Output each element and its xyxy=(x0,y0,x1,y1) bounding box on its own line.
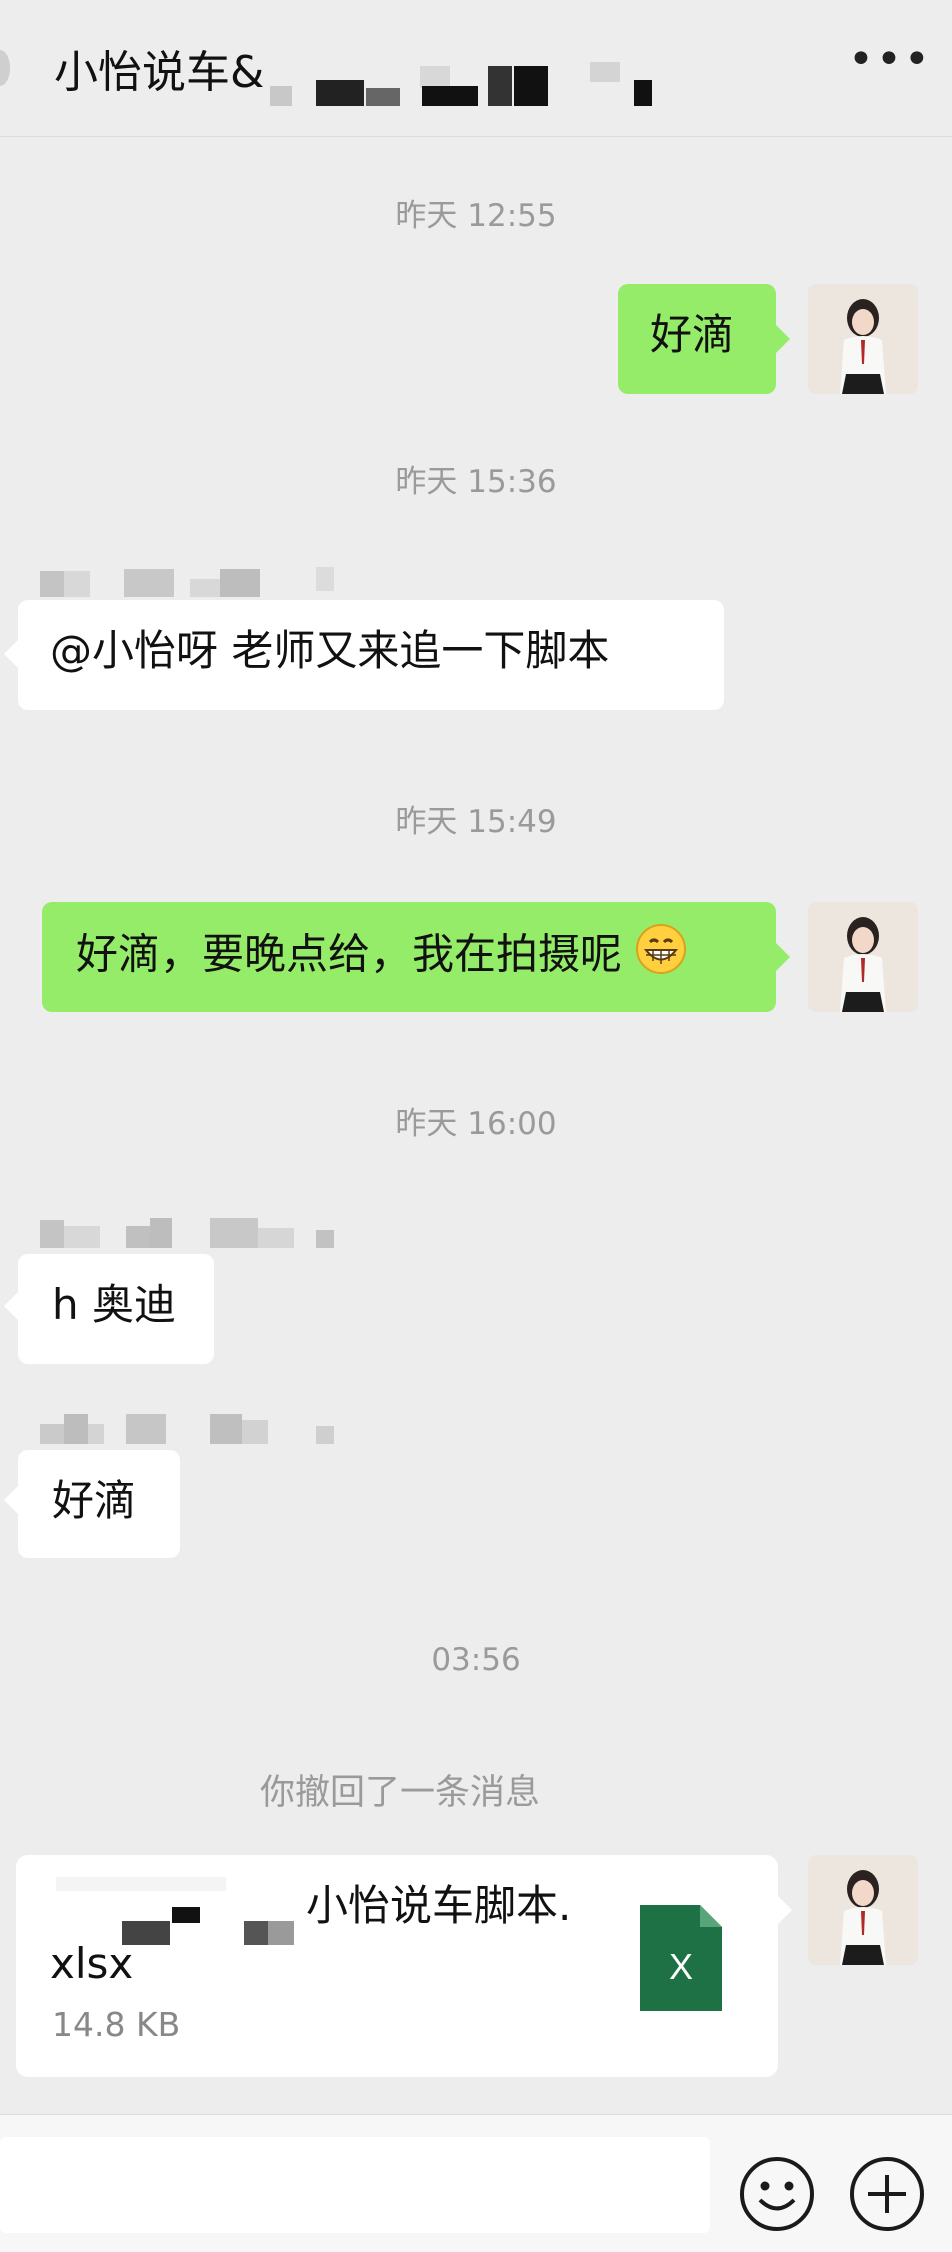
chat-header: 小怡说车& ••• xyxy=(0,0,952,137)
sent-message[interactable]: 好滴，要晚点给，我在拍摄呢 xyxy=(42,902,776,1012)
back-button[interactable] xyxy=(0,50,10,86)
redacted-sender-mosaic xyxy=(40,1410,340,1446)
my-avatar[interactable] xyxy=(808,902,918,1012)
emoji-icon[interactable] xyxy=(738,2155,816,2237)
message-text: 好滴，要晚点给，我在拍摄呢 xyxy=(76,929,623,979)
message-input[interactable] xyxy=(0,2137,710,2233)
timestamp: 昨天 15:36 xyxy=(395,464,557,500)
timestamp: 昨天 12:55 xyxy=(395,198,557,234)
input-bar xyxy=(0,2114,952,2252)
timestamp: 昨天 16:00 xyxy=(395,1106,557,1142)
recall-notice: 你撤回了一条消息 xyxy=(259,1773,540,1813)
file-extension: xlsx xyxy=(50,1939,134,1988)
chat-title: 小怡说车& xyxy=(54,47,265,98)
redacted-sender-mosaic xyxy=(40,565,340,601)
timestamp: 03:56 xyxy=(431,1642,521,1678)
timestamp: 昨天 15:49 xyxy=(395,804,557,840)
file-name-text: 小怡说车脚本. xyxy=(306,1881,572,1930)
received-message[interactable]: 好滴 xyxy=(18,1450,180,1558)
bubble-tail xyxy=(776,943,790,971)
excel-file-icon: X xyxy=(640,1905,722,2015)
bubble-tail xyxy=(4,1292,18,1320)
grin-emoji-icon xyxy=(635,923,687,991)
add-plus-icon[interactable] xyxy=(848,2155,926,2237)
redacted-name-mosaic xyxy=(270,58,660,106)
redacted-sender-mosaic xyxy=(40,1216,340,1252)
my-avatar[interactable] xyxy=(808,1855,918,1965)
bubble-tail xyxy=(778,1896,792,1924)
bubble-tail xyxy=(4,640,18,668)
more-options-button[interactable]: ••• xyxy=(848,38,930,86)
bubble-tail xyxy=(776,325,790,353)
file-message-card[interactable]: 小怡说车脚本. xlsx 14.8 KB X xyxy=(16,1855,778,2077)
file-size: 14.8 KB xyxy=(52,2005,181,2044)
file-name: 小怡说车脚本. xlsx xyxy=(50,1877,610,1993)
sent-message[interactable]: 好滴 xyxy=(618,284,776,394)
received-message[interactable]: h 奥迪 xyxy=(18,1254,214,1364)
received-message[interactable]: @小怡呀 老师又来追一下脚本 xyxy=(18,600,724,710)
my-avatar[interactable] xyxy=(808,284,918,394)
bubble-tail xyxy=(4,1486,18,1514)
svg-text:X: X xyxy=(669,1946,693,1987)
